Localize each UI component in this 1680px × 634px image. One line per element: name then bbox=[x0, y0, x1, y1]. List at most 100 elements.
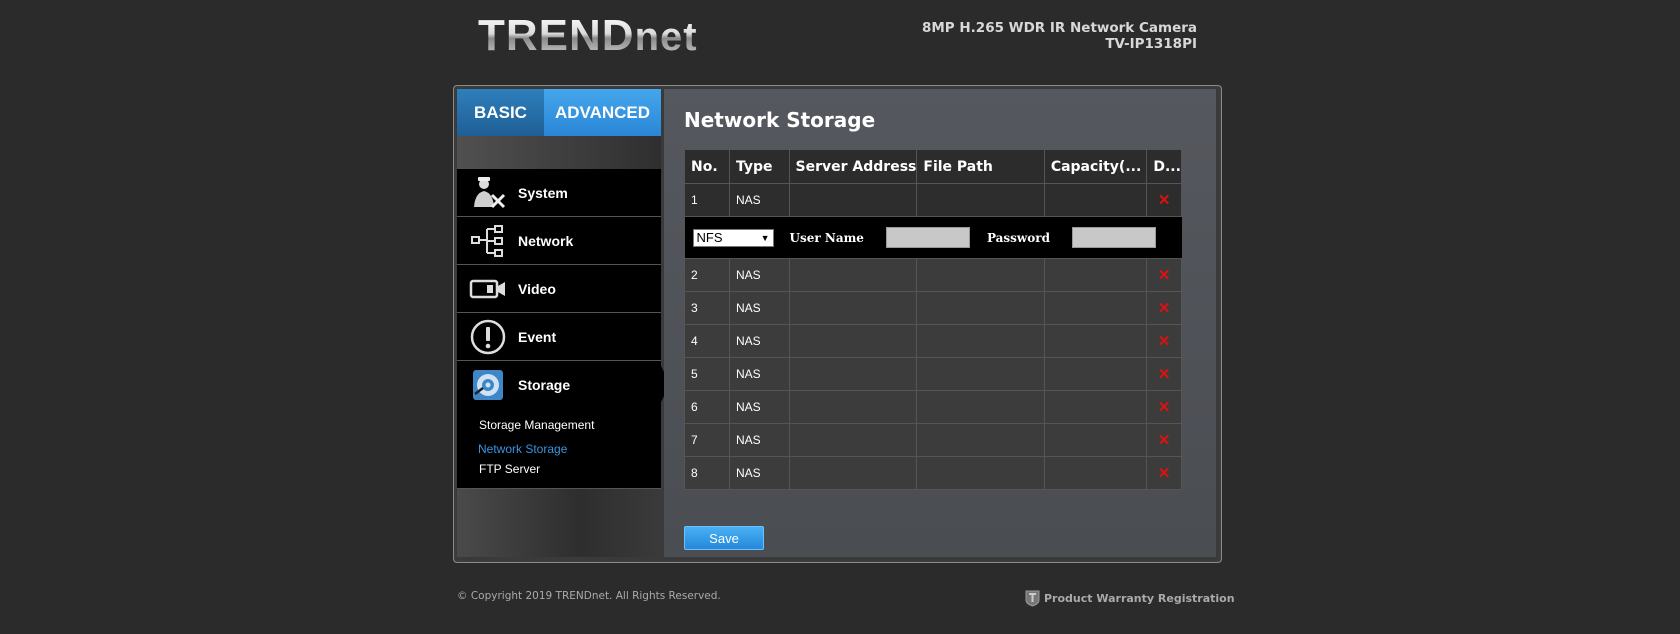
delete-icon[interactable]: ✕ bbox=[1146, 258, 1182, 292]
table-row[interactable]: 8 NAS ✕ bbox=[684, 456, 1182, 490]
row-capacity bbox=[1043, 357, 1148, 391]
delete-icon[interactable]: ✕ bbox=[1146, 357, 1182, 391]
product-line: 8MP H.265 WDR IR Network Camera bbox=[921, 20, 1197, 36]
save-button[interactable]: Save bbox=[684, 526, 764, 550]
row-capacity bbox=[1043, 456, 1148, 490]
sidebar-item-label: Video bbox=[518, 280, 556, 297]
row-type: NAS bbox=[728, 390, 790, 424]
system-admin-icon bbox=[464, 173, 512, 213]
table-header-row: No. Type Server Address File Path Capaci… bbox=[684, 149, 1182, 184]
row-file-path bbox=[916, 183, 1045, 217]
sidebar-item-network[interactable]: Network bbox=[457, 217, 661, 265]
sidebar-item-label: Storage bbox=[518, 376, 571, 393]
page-title: Network Storage bbox=[684, 108, 876, 132]
row-server-address bbox=[788, 423, 918, 457]
table-row[interactable]: 5 NAS ✕ bbox=[684, 357, 1182, 391]
username-field[interactable] bbox=[885, 227, 970, 248]
video-camera-icon bbox=[464, 269, 512, 309]
row-number: 7 bbox=[684, 423, 730, 457]
delete-icon[interactable]: ✕ bbox=[1146, 390, 1182, 424]
table-row[interactable]: 3 NAS ✕ bbox=[684, 291, 1182, 325]
protocol-select[interactable]: NFS ▼ bbox=[692, 228, 774, 247]
row-number: 6 bbox=[684, 390, 730, 424]
submenu-ftp-server[interactable]: FTP Server bbox=[479, 462, 540, 476]
row-detail-editor: NFS ▼ User Name Password bbox=[684, 216, 1182, 259]
row-type: NAS bbox=[728, 357, 790, 391]
row-type: NAS bbox=[728, 183, 790, 217]
model-number: TV-IP1318PI bbox=[1105, 36, 1197, 52]
table-row[interactable]: 4 NAS ✕ bbox=[684, 324, 1182, 358]
network-storage-table: No. Type Server Address File Path Capaci… bbox=[684, 149, 1182, 490]
row-type: NAS bbox=[728, 456, 790, 490]
sidebar-item-label: Event bbox=[518, 328, 557, 345]
password-label: Password bbox=[986, 230, 1050, 245]
trendnet-logo: TRENDnet bbox=[478, 11, 698, 60]
shield-icon bbox=[1025, 589, 1040, 607]
sidebar-item-event[interactable]: Event bbox=[457, 313, 661, 361]
col-header-no: No. bbox=[684, 149, 730, 184]
row-number: 2 bbox=[684, 258, 730, 292]
table-row[interactable]: 1 NAS ✕ bbox=[684, 183, 1182, 217]
sidebar-item-label: Network bbox=[518, 232, 574, 249]
chevron-down-icon: ▼ bbox=[760, 232, 770, 243]
row-file-path bbox=[916, 258, 1045, 292]
table-row[interactable]: 7 NAS ✕ bbox=[684, 423, 1182, 457]
row-number: 5 bbox=[684, 357, 730, 391]
row-type: NAS bbox=[728, 423, 790, 457]
sidebar-item-system[interactable]: System bbox=[457, 169, 661, 217]
col-header-capacity: Capacity(... bbox=[1043, 149, 1148, 184]
sidebar-item-storage[interactable]: Storage bbox=[457, 361, 661, 408]
delete-icon[interactable]: ✕ bbox=[1146, 423, 1182, 457]
table-row[interactable]: 6 NAS ✕ bbox=[684, 390, 1182, 424]
row-server-address bbox=[788, 357, 918, 391]
warranty-label: Product Warranty Registration bbox=[1044, 591, 1235, 605]
delete-icon[interactable]: ✕ bbox=[1146, 324, 1182, 358]
username-label: User Name bbox=[789, 230, 864, 245]
row-server-address bbox=[788, 324, 918, 358]
tab-advanced[interactable]: ADVANCED bbox=[544, 89, 661, 146]
storage-disk-icon bbox=[464, 365, 512, 405]
password-field[interactable] bbox=[1071, 227, 1156, 248]
delete-icon[interactable]: ✕ bbox=[1146, 183, 1182, 217]
row-capacity bbox=[1043, 183, 1148, 217]
exclamation-icon bbox=[464, 317, 512, 357]
row-number: 4 bbox=[684, 324, 730, 358]
row-server-address bbox=[788, 390, 918, 424]
row-file-path bbox=[916, 456, 1045, 490]
row-server-address bbox=[788, 291, 918, 325]
col-header-file-path: File Path bbox=[916, 149, 1045, 184]
sidebar-group-storage: Storage Storage Management Network Stora… bbox=[457, 361, 661, 489]
row-type: NAS bbox=[728, 258, 790, 292]
col-header-server-address: Server Address bbox=[788, 149, 918, 184]
sidebar-item-label: System bbox=[518, 184, 568, 201]
row-number: 8 bbox=[684, 456, 730, 490]
warranty-registration-link[interactable]: Product Warranty Registration bbox=[1025, 589, 1235, 607]
delete-icon[interactable]: ✕ bbox=[1146, 291, 1182, 325]
tab-basic[interactable]: BASIC bbox=[457, 89, 544, 136]
row-capacity bbox=[1043, 291, 1148, 325]
submenu-storage-management[interactable]: Storage Management bbox=[479, 418, 594, 432]
product-header: 8MP H.265 WDR IR Network Camera TV-IP131… bbox=[922, 20, 1197, 52]
row-type: NAS bbox=[728, 324, 790, 358]
row-capacity bbox=[1043, 324, 1148, 358]
delete-icon[interactable]: ✕ bbox=[1146, 456, 1182, 490]
row-file-path bbox=[916, 390, 1045, 424]
row-type: NAS bbox=[728, 291, 790, 325]
copyright-text: © Copyright 2019 TRENDnet. All Rights Re… bbox=[457, 590, 721, 602]
row-number: 1 bbox=[684, 183, 730, 217]
row-file-path bbox=[916, 291, 1045, 325]
row-number: 3 bbox=[684, 291, 730, 325]
sidebar: BASIC ADVANCED System Network Video Even… bbox=[457, 89, 661, 557]
row-capacity bbox=[1043, 423, 1148, 457]
row-server-address bbox=[788, 183, 918, 217]
submenu-network-storage[interactable]: Network Storage bbox=[478, 442, 567, 456]
network-tree-icon bbox=[464, 221, 512, 261]
sidebar-menu: System Network Video Event Storage Stora… bbox=[457, 169, 661, 489]
row-capacity bbox=[1043, 390, 1148, 424]
sidebar-item-video[interactable]: Video bbox=[457, 265, 661, 313]
table-row[interactable]: 2 NAS ✕ bbox=[684, 258, 1182, 292]
mode-tabs: BASIC ADVANCED bbox=[457, 89, 661, 146]
row-file-path bbox=[916, 357, 1045, 391]
row-server-address bbox=[788, 258, 918, 292]
row-file-path bbox=[916, 324, 1045, 358]
